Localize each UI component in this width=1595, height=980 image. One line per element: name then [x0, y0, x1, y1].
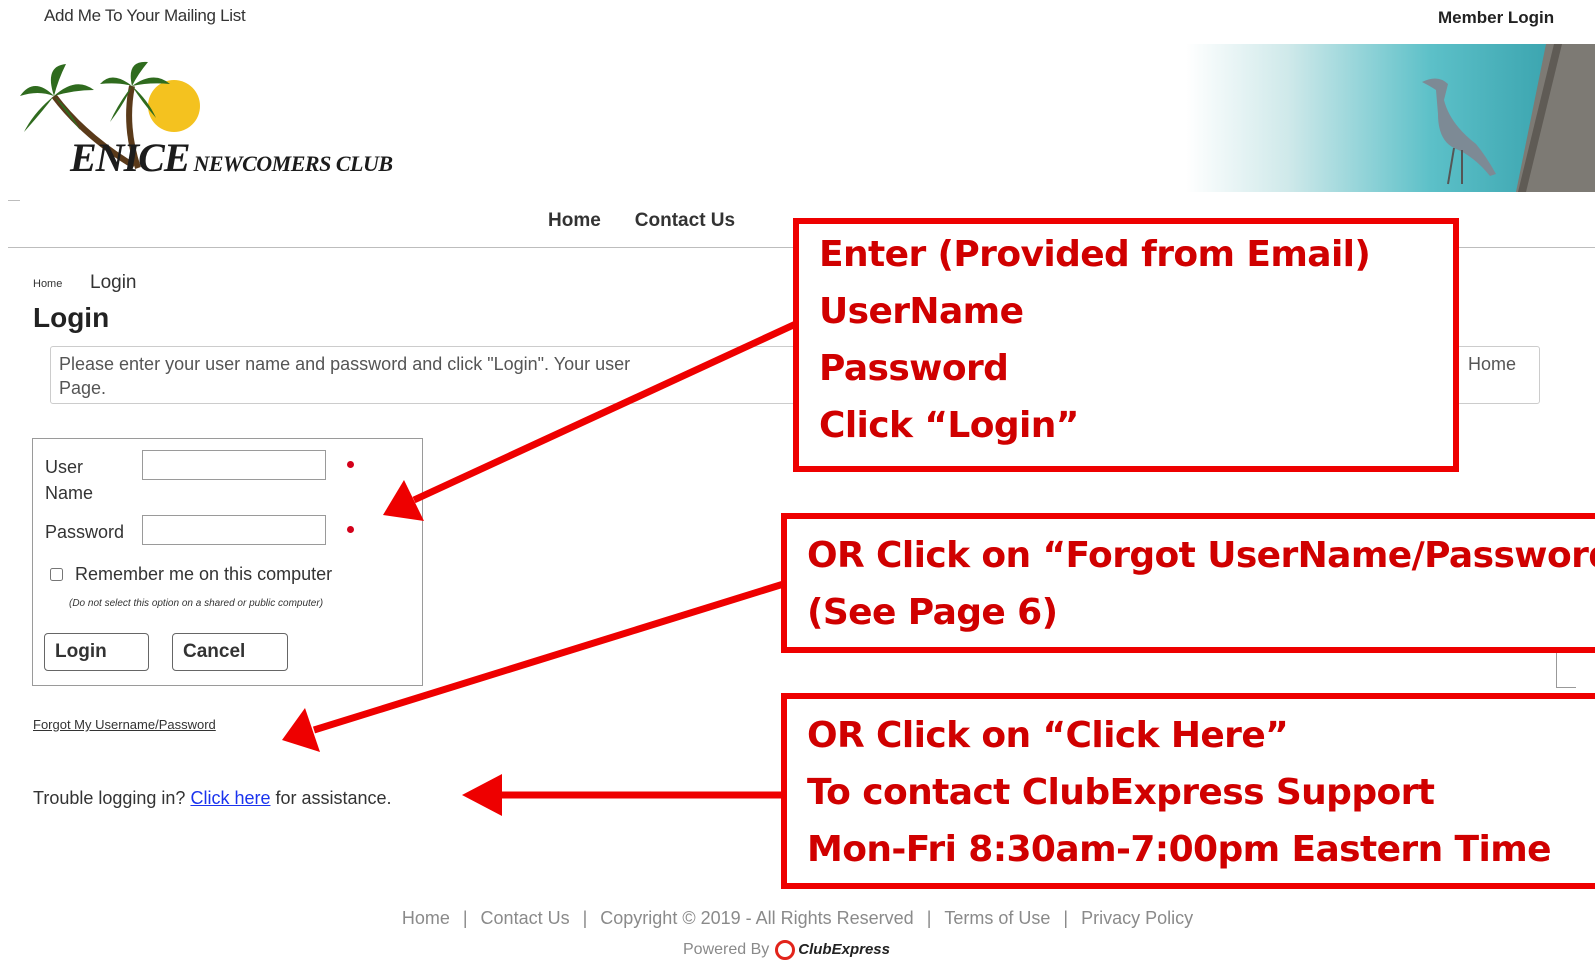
annotation-callout-forgot: OR Click on “Forgot UserName/Password” (… — [781, 513, 1595, 653]
club-name-newcomers: NEWCOMERS CLUB — [193, 151, 394, 176]
instructions-line1: Please enter your user name and password… — [59, 354, 631, 374]
required-marker-username — [347, 461, 354, 468]
mailing-list-link[interactable]: Add Me To Your Mailing List — [44, 6, 246, 26]
username-input[interactable] — [142, 450, 326, 480]
annotation-callout-support: OR Click on “Click Here” To contact Club… — [781, 693, 1595, 889]
footer-link-home[interactable]: Home — [402, 908, 450, 928]
remember-me-label[interactable]: Remember me on this computer — [75, 564, 332, 585]
click-here-link[interactable]: Click here — [190, 788, 270, 808]
callout-line: (See Page 6) — [807, 592, 1058, 633]
login-button[interactable]: Login — [44, 633, 149, 671]
nav-item-home[interactable]: Home — [548, 210, 601, 231]
footer-separator: | — [1063, 908, 1069, 928]
footer-copyright: Copyright © 2019 - All Rights Reserved — [600, 908, 914, 928]
trouble-suffix: for assistance. — [275, 788, 392, 808]
footer-link-privacy[interactable]: Privacy Policy — [1081, 908, 1193, 928]
instructions-line2: Page. — [59, 378, 107, 398]
remember-me-checkbox[interactable] — [50, 568, 63, 581]
password-input[interactable] — [142, 515, 326, 545]
footer-separator: | — [462, 908, 468, 928]
club-name-wordmark: ENICE NEWCOMERS CLUB — [70, 134, 393, 181]
footer-link-contact-us[interactable]: Contact Us — [481, 908, 570, 928]
username-label: User Name — [45, 454, 93, 506]
page-title: Login — [33, 302, 110, 333]
required-marker-password — [347, 526, 354, 533]
cancel-button[interactable]: Cancel — [172, 633, 288, 671]
powered-by: Powered By ClubExpress — [683, 940, 890, 960]
instructions-tail: Home — [1468, 354, 1517, 374]
callout-line: OR Click on “Forgot UserName/Password” — [807, 535, 1595, 576]
nav-item-contact-us[interactable]: Contact Us — [635, 210, 735, 231]
partial-button-edge — [1556, 652, 1576, 688]
club-name-venice: ENICE — [70, 135, 190, 180]
password-label: Password — [45, 522, 125, 542]
callout-line: Password — [819, 348, 1009, 389]
clubexpress-logo[interactable]: ClubExpress — [775, 940, 890, 960]
shared-computer-note: (Do not select this option on a shared o… — [69, 598, 324, 609]
callout-line: OR Click on “Click Here” — [807, 715, 1289, 756]
clubexpress-ring-icon — [775, 940, 796, 960]
callout-line: UserName — [819, 291, 1024, 332]
callout-line: Click “Login” — [819, 405, 1079, 446]
username-label-line1: User — [45, 457, 84, 477]
divider-top — [8, 200, 20, 201]
main-nav: Home Contact Us — [548, 210, 769, 232]
breadcrumb-home[interactable]: Home — [33, 278, 62, 290]
heron-banner-image — [1186, 44, 1595, 192]
callout-line: Enter (Provided from Email) — [819, 234, 1371, 275]
callout-line: Mon-Fri 8:30am-7:00pm Eastern Time — [807, 829, 1552, 870]
footer-link-terms[interactable]: Terms of Use — [944, 908, 1050, 928]
member-login-link[interactable]: Member Login — [1438, 8, 1554, 28]
forgot-username-password-link[interactable]: Forgot My Username/Password — [33, 717, 216, 732]
footer-links: Home | Contact Us | Copyright © 2019 - All R… — [0, 908, 1595, 929]
footer-separator: | — [582, 908, 588, 928]
breadcrumb-current: Login — [90, 272, 137, 293]
trouble-logging-in: Trouble logging in? Click here for assis… — [33, 788, 392, 809]
callout-line: To contact ClubExpress Support — [807, 772, 1435, 813]
clubexpress-brand: ClubExpress — [798, 940, 890, 958]
trouble-prefix: Trouble logging in? — [33, 788, 186, 808]
annotation-callout-login-steps: Enter (Provided from Email) UserName Pas… — [793, 218, 1459, 472]
powered-by-label: Powered By — [683, 941, 770, 959]
footer-separator: | — [926, 908, 932, 928]
username-label-line2: Name — [45, 483, 94, 503]
